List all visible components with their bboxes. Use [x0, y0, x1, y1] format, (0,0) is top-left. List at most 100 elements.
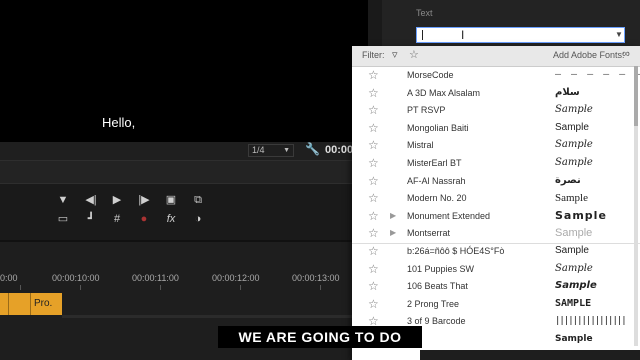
- fx-icon[interactable]: fx: [164, 212, 178, 226]
- ruler-tick: [20, 285, 21, 290]
- grid-icon[interactable]: #: [110, 212, 124, 226]
- step-back-icon[interactable]: ◀|: [84, 193, 98, 207]
- monitor-caption[interactable]: Hello,: [102, 115, 135, 130]
- camera-icon[interactable]: ▣: [164, 193, 178, 207]
- ruler-tick: [320, 285, 321, 290]
- zoom-select[interactable]: 1/4 ▼: [248, 144, 294, 157]
- font-row[interactable]: ☆ ▶ Monument Extended Sample: [352, 207, 640, 225]
- font-sample: Sample: [555, 192, 588, 205]
- favorite-star-icon[interactable]: ☆: [368, 84, 379, 102]
- text-caret: [422, 30, 423, 40]
- font-row[interactable]: ☆ MorseCode – – – – – –: [352, 66, 640, 84]
- favorite-filter-star-icon[interactable]: ☆: [409, 48, 419, 61]
- favorite-star-icon[interactable]: ☆: [368, 277, 379, 295]
- timeline-clip[interactable]: [0, 293, 62, 315]
- chevron-right-icon[interactable]: ▶: [390, 224, 396, 242]
- favorite-star-icon[interactable]: ☆: [368, 224, 379, 242]
- add-marker-icon[interactable]: ▼: [56, 193, 70, 207]
- font-name: Mistral: [407, 140, 434, 151]
- font-sample: Sample: [555, 121, 589, 133]
- play-icon[interactable]: ▶: [110, 193, 124, 207]
- ruler-tick: [240, 285, 241, 290]
- favorite-star-icon[interactable]: ☆: [368, 207, 379, 225]
- record-icon[interactable]: ●: [137, 212, 151, 226]
- font-row[interactable]: ☆ AF-Al Nassrah ﻧﺼﺮة: [352, 172, 640, 190]
- font-sample: Sample: [555, 139, 593, 151]
- safe-margins-icon[interactable]: ▭: [56, 212, 70, 226]
- playhead-timecode[interactable]: 00:00: [325, 144, 353, 156]
- font-sample: Sample: [555, 104, 593, 116]
- font-sample: Sample: [555, 208, 607, 222]
- compare-icon[interactable]: ⧉: [191, 193, 205, 207]
- font-sample: ||||||||||||||||: [555, 316, 627, 327]
- font-row[interactable]: ☆ MisterEarl BT Sample: [352, 154, 640, 172]
- video-subtitle: WE ARE GOING TO DO: [218, 326, 422, 348]
- font-row[interactable]: ☆ Modern No. 20 Sample: [352, 189, 640, 207]
- font-row[interactable]: ☆ 2 Prong Tree SAMPLE: [352, 295, 640, 313]
- font-name: Modern No. 20: [407, 193, 467, 204]
- favorite-star-icon[interactable]: ☆: [368, 119, 379, 137]
- font-row[interactable]: ☆ b:26á=ñôô $ HÓE4S°Fò Sample: [352, 242, 640, 260]
- favorite-star-icon[interactable]: ☆: [368, 242, 379, 260]
- font-name: PT RSVP: [407, 105, 446, 116]
- scrollbar-thumb[interactable]: [634, 66, 638, 126]
- favorite-star-icon[interactable]: ☆: [368, 101, 379, 119]
- font-row[interactable]: ☆ Mongolian Baiti Sample: [352, 119, 640, 137]
- zoom-value: 1/4: [252, 145, 265, 155]
- font-search-input[interactable]: [416, 27, 625, 43]
- clip-divider: [30, 293, 31, 315]
- text-section-label: Text: [416, 8, 433, 18]
- favorite-star-icon[interactable]: ☆: [368, 260, 379, 278]
- font-name: b:26á=ñôô $ HÓE4S°Fò: [407, 246, 505, 256]
- font-name: 106 Beats That: [407, 281, 468, 292]
- font-name: AF-Al Nassrah: [407, 175, 466, 186]
- font-row[interactable]: ☆ ▶ Montserrat Sample: [352, 224, 640, 242]
- wrench-icon[interactable]: 🔧: [305, 142, 320, 156]
- monitor-ruler[interactable]: [0, 160, 368, 184]
- font-name: Monument Extended: [407, 210, 491, 221]
- ruler-tick: [160, 285, 161, 290]
- font-row[interactable]: ☆ 106 Beats That Sample: [352, 277, 640, 295]
- clip-divider: [8, 293, 9, 315]
- font-name: MorseCode: [407, 70, 454, 80]
- favorite-star-icon[interactable]: ☆: [368, 172, 379, 190]
- chevron-down-icon[interactable]: ▼: [613, 27, 625, 43]
- creative-cloud-icon[interactable]: ∞: [622, 48, 630, 60]
- program-monitor: [0, 0, 368, 142]
- font-sample: ﻧﺼﺮة: [555, 174, 581, 186]
- step-forward-icon[interactable]: |▶: [137, 193, 151, 207]
- bottom-toolbar: [420, 350, 640, 360]
- font-name: Montserrat: [407, 228, 451, 239]
- chevron-down-icon: ▼: [283, 147, 290, 154]
- font-row[interactable]: ☆ 101 Puppies SW Sample: [352, 260, 640, 278]
- clip-label: Pro.: [34, 298, 53, 309]
- font-sample: Sample: [555, 262, 593, 274]
- timecode-label: 00:00:12:00: [212, 273, 260, 283]
- ruler-tick: [80, 285, 81, 290]
- font-sample: Sample: [555, 157, 593, 168]
- chevron-right-icon[interactable]: ▶: [390, 207, 396, 225]
- text-cursor-icon: I: [461, 28, 465, 42]
- font-sample: – – – – – –: [555, 69, 640, 80]
- font-list-separator: [352, 243, 640, 244]
- favorite-star-icon[interactable]: ☆: [368, 154, 379, 172]
- font-row[interactable]: ☆ A 3D Max Alsalam سلام: [352, 84, 640, 102]
- font-sample: Sample: [555, 280, 597, 292]
- font-row[interactable]: ☆ Mistral Sample: [352, 136, 640, 154]
- font-name: 2 Prong Tree: [407, 298, 460, 309]
- panel-divider: [368, 0, 382, 48]
- font-row[interactable]: ☆ PT RSVP Sample: [352, 101, 640, 119]
- favorite-star-icon[interactable]: ☆: [368, 295, 379, 313]
- favorite-star-icon[interactable]: ☆: [368, 136, 379, 154]
- timecode-label: 0:00: [0, 273, 18, 283]
- crop-icon[interactable]: ┛: [84, 212, 98, 226]
- favorite-star-icon[interactable]: ☆: [368, 189, 379, 207]
- font-name: A 3D Max Alsalam: [407, 87, 481, 98]
- vr-view-icon[interactable]: ◑: [191, 212, 205, 226]
- font-sample: سلام: [555, 86, 580, 98]
- font-name: MisterEarl BT: [407, 158, 462, 168]
- font-name: 101 Puppies SW: [407, 263, 475, 274]
- add-adobe-fonts-label: Add Adobe Fonts:: [553, 50, 625, 60]
- filter-funnel-icon[interactable]: ▿: [392, 48, 398, 61]
- favorite-star-icon[interactable]: ☆: [368, 66, 379, 84]
